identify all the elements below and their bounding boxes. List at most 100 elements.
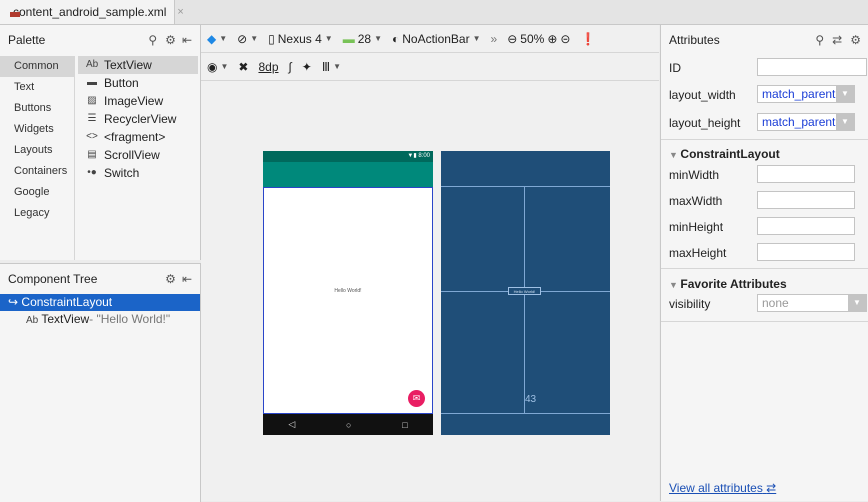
palette-header: Palette ⚲ ⚙ ⇤ <box>0 25 200 55</box>
android-icon: ▬ <box>342 31 355 46</box>
constraintlayout-section[interactable]: ▼ ConstraintLayout <box>669 147 780 161</box>
default-margin-button[interactable]: 8dp <box>258 60 278 74</box>
divider <box>661 268 868 269</box>
view-options-dropdown[interactable]: ◉ ▼ <box>207 60 228 74</box>
category-widgets[interactable]: Widgets <box>0 119 74 140</box>
imageview-icon: ▨ <box>87 95 97 106</box>
palette-item-imageview[interactable]: ▨ ImageView <box>78 92 198 110</box>
autoconnect-icon[interactable]: ✖ <box>238 60 248 74</box>
blueprint-top-edge <box>441 186 610 187</box>
collapse-icon: ▼ <box>669 280 681 290</box>
back-icon: ◁ <box>288 419 296 429</box>
component-tree-title: Component Tree <box>8 272 98 286</box>
constraint-right <box>541 291 610 292</box>
api-dropdown[interactable]: ▬ 28 ▼ <box>343 32 382 46</box>
theme-dropdown[interactable]: ◐ NoActionBar ▼ <box>392 32 481 46</box>
attributes-panel: Attributes ⚲ ⇄ ⚙ ID layout_width match_p… <box>660 25 868 501</box>
component-tree-header: Component Tree ⚙ ⇤ <box>0 264 200 294</box>
layout-width-dropdown[interactable]: match_parent ▼ <box>757 85 855 103</box>
collapse-icon: ▼ <box>669 150 681 160</box>
palette-title: Palette <box>8 33 46 47</box>
attributes-header: Attributes ⚲ ⇄ ⚙ <box>661 25 868 55</box>
divider <box>661 139 868 140</box>
chevron-down-icon: ▼ <box>836 114 854 130</box>
zoom-fit-icon[interactable]: ⊝ <box>560 32 570 46</box>
swap-icon[interactable]: ⇄ <box>832 33 842 47</box>
more-toolbar-icon[interactable]: » <box>491 32 498 46</box>
minwidth-field[interactable] <box>757 165 855 183</box>
close-tab-icon[interactable]: × <box>177 6 183 18</box>
attr-label-visibility: visibility <box>669 297 711 311</box>
constraint-top <box>524 186 525 287</box>
palette-item-label: Switch <box>104 166 140 180</box>
palette-item-textview[interactable]: Ab TextView <box>78 56 198 74</box>
gear-icon[interactable]: ⚙ <box>165 272 176 286</box>
textview-icon: Ab <box>86 59 99 70</box>
category-layouts[interactable]: Layouts <box>0 140 74 161</box>
search-icon[interactable]: ⚲ <box>815 33 824 47</box>
blueprint-preview[interactable]: Hello World! 43 <box>441 151 610 435</box>
visibility-dropdown[interactable]: none ▼ <box>757 294 867 312</box>
orientation-dropdown[interactable]: ⊘ ▼ <box>237 32 258 46</box>
status-time: 8:00 <box>418 153 430 159</box>
textview-icon: Ab <box>26 315 39 326</box>
category-text[interactable]: Text <box>0 77 74 98</box>
tab-filename: content_android_sample.xml <box>13 5 167 19</box>
component-tree-panel: Component Tree ⚙ ⇤ ↪ ConstraintLayout Ab… <box>0 263 201 502</box>
category-google[interactable]: Google <box>0 182 74 203</box>
maxheight-field[interactable] <box>757 243 855 261</box>
chevron-down-icon: ▼ <box>250 34 259 43</box>
id-field[interactable] <box>757 58 867 76</box>
attr-label-layout-width: layout_width <box>669 88 736 102</box>
search-icon[interactable]: ⚲ <box>148 33 157 47</box>
view-all-attributes-link[interactable]: View all attributes ⇄ <box>669 481 776 495</box>
blueprint-textview[interactable]: Hello World! <box>508 287 541 295</box>
mail-fab-icon[interactable]: ✉ <box>408 390 425 407</box>
design-preview[interactable]: ▼▮ 8:00 Hello World! ✉ ◁ ○ □ <box>263 151 433 435</box>
zoom-out-icon[interactable]: ⊖ <box>507 32 517 46</box>
palette-item-label: <fragment> <box>104 130 166 144</box>
chevron-down-icon: ▼ <box>333 62 342 71</box>
scrollview-icon: ▤ <box>87 149 97 160</box>
palette-item-recyclerview[interactable]: ☰ RecyclerView <box>78 110 198 128</box>
zoom-level: 50% <box>520 31 545 46</box>
maxwidth-field[interactable] <box>757 191 855 209</box>
layout-height-dropdown[interactable]: match_parent ▼ <box>757 113 855 131</box>
gear-icon[interactable]: ⚙ <box>850 33 861 47</box>
design-surface-dropdown[interactable]: ◆ ▼ <box>207 32 227 46</box>
chevron-down-icon: ▼ <box>219 34 228 43</box>
infer-constraints-icon[interactable]: ✦ <box>302 60 312 74</box>
attr-label-layout-height: layout_height <box>669 116 741 130</box>
hide-panel-icon[interactable]: ⇤ <box>182 272 192 286</box>
hello-textview[interactable]: Hello World! <box>264 288 432 294</box>
theme-icon: ◐ <box>391 31 400 46</box>
layout-toolbar: ◉ ▼ ✖ 8dp ∫ ✦ Ⅲ ▼ <box>201 53 659 81</box>
guidelines-dropdown[interactable]: Ⅲ ▼ <box>322 60 341 74</box>
tab-content-android-sample[interactable]: content_android_sample.xml × <box>0 0 184 24</box>
device-dropdown[interactable]: ▯ Nexus 4 ▼ <box>268 32 333 46</box>
hide-panel-icon[interactable]: ⇤ <box>182 33 192 47</box>
category-buttons[interactable]: Buttons <box>0 98 74 119</box>
palette-item-switch[interactable]: •● Switch <box>78 164 198 182</box>
palette-item-label: Button <box>104 76 139 90</box>
clear-constraints-icon[interactable]: ∫ <box>289 60 292 74</box>
tree-node-constraintlayout[interactable]: ↪ ConstraintLayout <box>0 294 200 311</box>
palette-item-fragment[interactable]: <> <fragment> <box>78 128 198 146</box>
category-containers[interactable]: Containers <box>0 161 74 182</box>
warning-icon[interactable]: ❗ <box>580 32 595 46</box>
tree-node-label: TextView <box>41 312 90 326</box>
home-icon: ○ <box>346 419 352 430</box>
attr-label-id: ID <box>669 61 681 75</box>
category-legacy[interactable]: Legacy <box>0 203 74 224</box>
favorite-attributes-section[interactable]: ▼ Favorite Attributes <box>669 277 787 291</box>
palette-item-button[interactable]: ▬ Button <box>78 74 198 92</box>
eye-icon: ◉ <box>207 59 218 74</box>
palette-item-label: RecyclerView <box>104 112 177 126</box>
gear-icon[interactable]: ⚙ <box>165 33 176 47</box>
constraint-layout-preview[interactable]: Hello World! ✉ <box>263 187 433 414</box>
category-common[interactable]: Common <box>0 56 74 77</box>
zoom-in-icon[interactable]: ⊕ <box>547 32 557 46</box>
minheight-field[interactable] <box>757 217 855 235</box>
tree-node-textview[interactable]: Ab TextView- "Hello World!" <box>0 311 200 328</box>
palette-item-scrollview[interactable]: ▤ ScrollView <box>78 146 198 164</box>
